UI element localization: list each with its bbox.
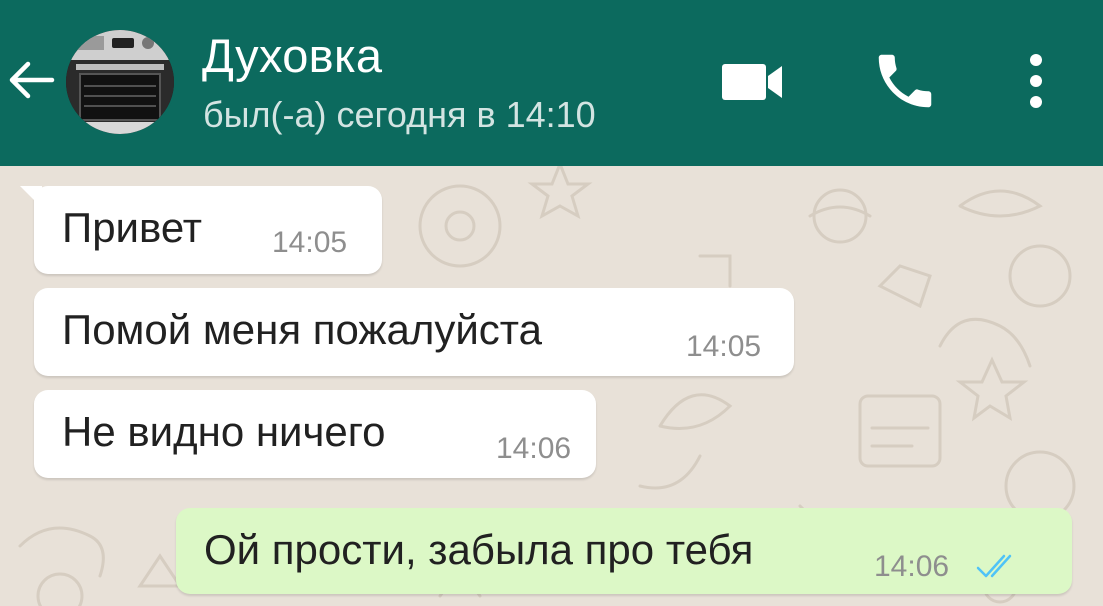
message-bubble-incoming[interactable]: Привет 14:05 — [20, 186, 382, 274]
more-options-button[interactable] — [1016, 46, 1056, 116]
message-time: 14:06 — [496, 432, 572, 465]
contact-avatar[interactable] — [66, 30, 174, 134]
message-time: 14:06 — [874, 550, 950, 583]
message-text: Не видно ничего — [62, 408, 386, 455]
read-receipt-icon — [976, 554, 1012, 578]
back-arrow-icon — [9, 61, 55, 99]
oven-image — [66, 30, 174, 134]
bubble-tail — [20, 186, 42, 208]
message-bubble-outgoing[interactable]: Ой прости, забыла про тебя 14:06 — [176, 508, 1072, 594]
message-bubble-incoming[interactable]: Не видно ничего 14:06 — [34, 390, 596, 478]
chat-header: Духовка был(-а) сегодня в 14:10 — [0, 0, 1103, 166]
voice-call-button[interactable] — [870, 46, 940, 116]
video-call-icon — [722, 64, 782, 100]
last-seen-status: был(-а) сегодня в 14:10 — [203, 94, 596, 135]
chat-area[interactable]: Привет 14:05 Помой меня пожалуйста 14:05… — [0, 166, 1103, 606]
message-text: Помой меня пожалуйста — [62, 306, 542, 353]
more-options-icon — [1030, 54, 1042, 108]
message-bubble-incoming[interactable]: Помой меня пожалуйста 14:05 — [34, 288, 794, 376]
message-time: 14:05 — [686, 330, 762, 363]
voice-call-icon — [878, 54, 932, 108]
back-button[interactable] — [4, 54, 56, 106]
message-text: Ой прости, забыла про тебя — [204, 526, 754, 573]
contact-name[interactable]: Духовка — [202, 28, 382, 83]
message-time: 14:05 — [272, 226, 348, 259]
video-call-button[interactable] — [718, 54, 788, 110]
message-text: Привет — [62, 204, 203, 251]
